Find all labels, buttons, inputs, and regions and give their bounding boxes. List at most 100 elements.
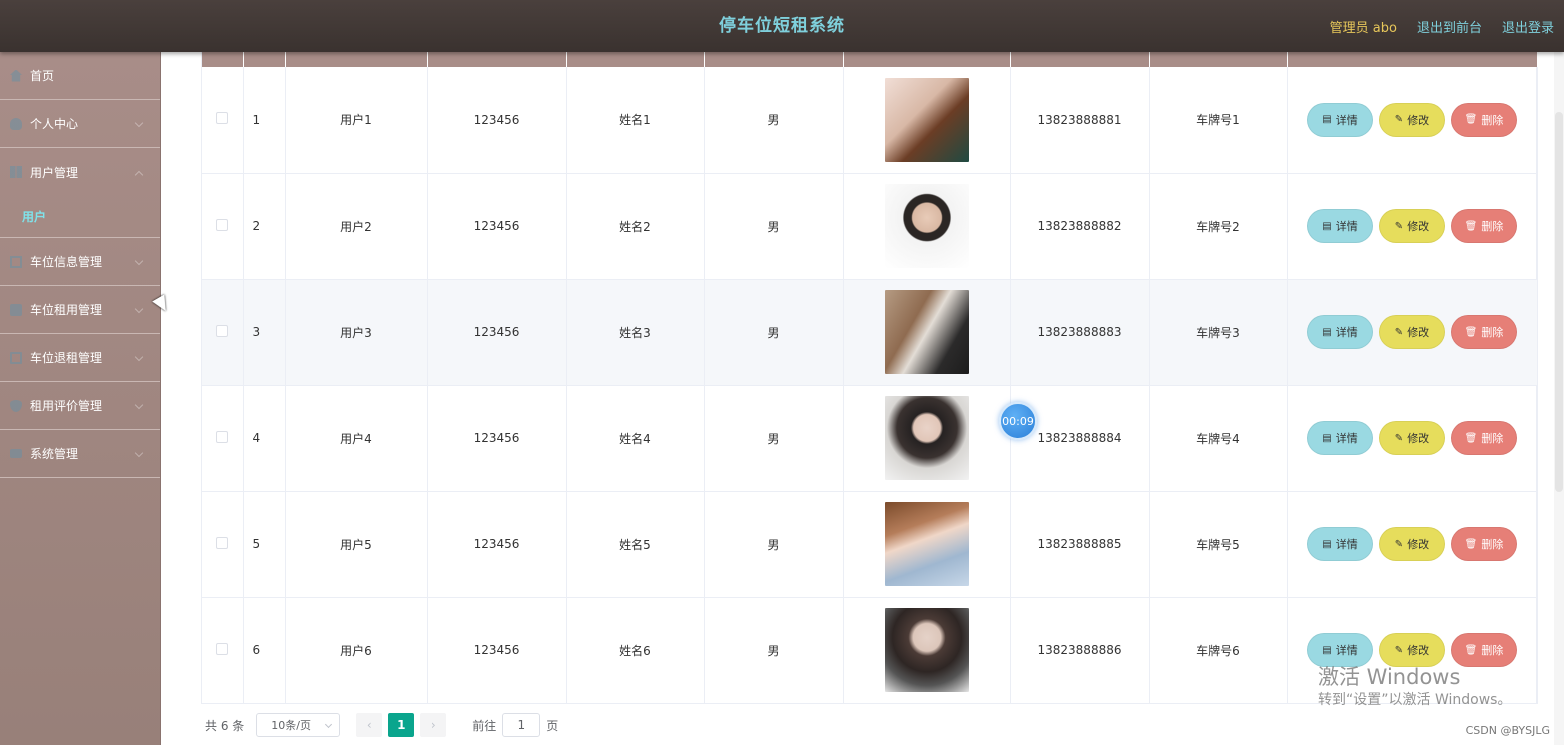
password-cell: 123456 [427,597,567,704]
scrollbar-thumb[interactable] [1555,112,1563,492]
plate-cell: 车牌号1 [1149,67,1288,174]
delete-button-label: 删除 [1481,432,1504,445]
avatar [884,290,969,374]
document-icon: ▤ [1322,114,1332,126]
gender-cell: 男 [704,597,844,704]
avatar [884,77,969,162]
name-cell: 姓名1 [566,67,705,174]
detail-button[interactable]: ▤ 详情 [1307,315,1373,349]
row-checkbox[interactable] [216,642,229,655]
name-cell: 姓名6 [566,597,705,704]
detail-button-label: 详情 [1335,326,1358,339]
delete-button[interactable]: 🗑 删除 [1451,315,1517,349]
prev-page-button[interactable]: ‹ [356,713,383,737]
sidebar-item-label: 车位退租管理 [30,351,103,365]
row-checkbox[interactable] [216,112,229,125]
delete-button-label: 删除 [1481,220,1504,233]
sidebar-item-system[interactable]: 系统管理 [0,430,160,478]
table-row: 3 用户3 123456 姓名3 男 13823888883 车牌号3 ▤ 详情 … [202,279,1538,386]
pencil-icon: ✎ [1394,114,1404,126]
chevron-down-icon [134,256,144,266]
vertical-scrollbar[interactable] [1554,52,1564,745]
table-row: 4 用户4 123456 姓名4 男 13823888884 车牌号4 ▤ 详情 … [202,385,1538,492]
page-number-current[interactable]: 1 [388,713,415,737]
sidebar-item-label: 首页 [30,69,55,83]
chevron-up-icon [134,170,144,180]
row-index: 3 [243,279,286,386]
goto-label: 前往 [472,718,497,733]
password-cell: 123456 [427,491,567,598]
sidebar-item-space-return[interactable]: 车位退租管理 [0,334,160,382]
sidebar-item-user-management[interactable]: 用户管理 [0,148,160,196]
row-checkbox[interactable] [216,430,229,443]
goto-page-input[interactable]: 1 [502,713,541,737]
edit-button[interactable]: ✎ 修改 [1379,209,1445,243]
document-icon: ▤ [1322,326,1332,338]
edit-button-label: 修改 [1407,326,1430,339]
table-row: 1 用户1 123456 姓名1 男 13823888881 车牌号1 ▤ 详情 … [202,67,1538,174]
sidebar-item-space-rental[interactable]: 车位租用管理 [0,286,160,334]
next-page-button[interactable]: › [420,713,447,737]
account-cell: 用户1 [285,67,428,174]
delete-button[interactable]: 🗑 删除 [1451,633,1517,667]
box-icon [10,255,22,268]
trash-icon: 🗑 [1464,644,1478,656]
name-cell: 姓名5 [566,491,705,598]
account-cell: 用户5 [285,491,428,598]
edit-button[interactable]: ✎ 修改 [1379,102,1445,137]
phone-cell: 13823888882 [1010,173,1150,280]
edit-button[interactable]: ✎ 修改 [1379,421,1445,455]
row-index: 6 [243,597,286,704]
sidebar-item-label: 车位信息管理 [30,255,103,269]
logout-link[interactable]: 退出登录 [1502,17,1554,36]
row-index: 1 [243,67,286,174]
table-header [202,52,1538,67]
detail-button-label: 详情 [1335,113,1358,127]
edit-button[interactable]: ✎ 修改 [1379,315,1445,349]
main-content: 1 用户1 123456 姓名1 男 13823888881 车牌号1 ▤ 详情 … [184,52,1554,745]
delete-button[interactable]: 🗑 删除 [1451,527,1517,561]
chevron-down-icon [134,118,144,128]
page-size-select[interactable]: 10条/页 [256,713,341,737]
row-checkbox[interactable] [216,218,229,231]
delete-button[interactable]: 🗑 删除 [1451,209,1517,243]
name-cell: 姓名3 [566,279,705,386]
trash-icon: 🗑 [1464,114,1478,126]
name-cell: 姓名4 [566,385,705,492]
detail-button[interactable]: ▤ 详情 [1307,421,1373,455]
sidebar-item-space-info[interactable]: 车位信息管理 [0,238,160,286]
sidebar-item-home[interactable]: 首页 [0,52,160,100]
detail-button[interactable]: ▤ 详情 [1307,527,1373,561]
phone-cell: 13823888881 [1010,67,1150,174]
delete-button[interactable]: 🗑 删除 [1451,102,1517,137]
edit-button[interactable]: ✎ 修改 [1379,633,1445,667]
sidebar-item-profile[interactable]: 个人中心 [0,100,160,148]
row-index: 4 [243,385,286,492]
edit-button[interactable]: ✎ 修改 [1379,527,1445,561]
pencil-icon: ✎ [1394,326,1404,338]
exit-to-front-link[interactable]: 退出到前台 [1417,17,1482,36]
trash-icon: 🗑 [1464,432,1478,444]
detail-button[interactable]: ▤ 详情 [1307,102,1373,137]
sidebar-subitem-users[interactable]: 用户 [0,196,160,238]
page-unit-label: 页 [546,718,559,733]
edit-button-label: 修改 [1407,220,1430,233]
plate-cell: 车牌号4 [1149,385,1288,492]
bag-icon [10,303,22,316]
detail-button[interactable]: ▤ 详情 [1307,633,1373,667]
sidebar-item-rental-review[interactable]: 租用评价管理 [0,382,160,430]
delete-button[interactable]: 🗑 删除 [1451,421,1517,455]
password-cell: 123456 [427,173,567,280]
sidebar-item-label: 个人中心 [30,117,79,131]
phone-cell: 13823888884 [1010,385,1150,492]
row-checkbox[interactable] [216,324,229,337]
pencil-icon: ✎ [1394,538,1404,550]
recording-timer-badge: 00:09 [999,402,1037,440]
detail-button[interactable]: ▤ 详情 [1307,209,1373,243]
gender-cell: 男 [704,385,844,492]
plate-cell: 车牌号5 [1149,491,1288,598]
row-checkbox[interactable] [216,536,229,549]
pencil-icon: ✎ [1394,220,1404,232]
delete-button-label: 删除 [1481,538,1504,551]
chevron-down-icon [134,400,144,410]
